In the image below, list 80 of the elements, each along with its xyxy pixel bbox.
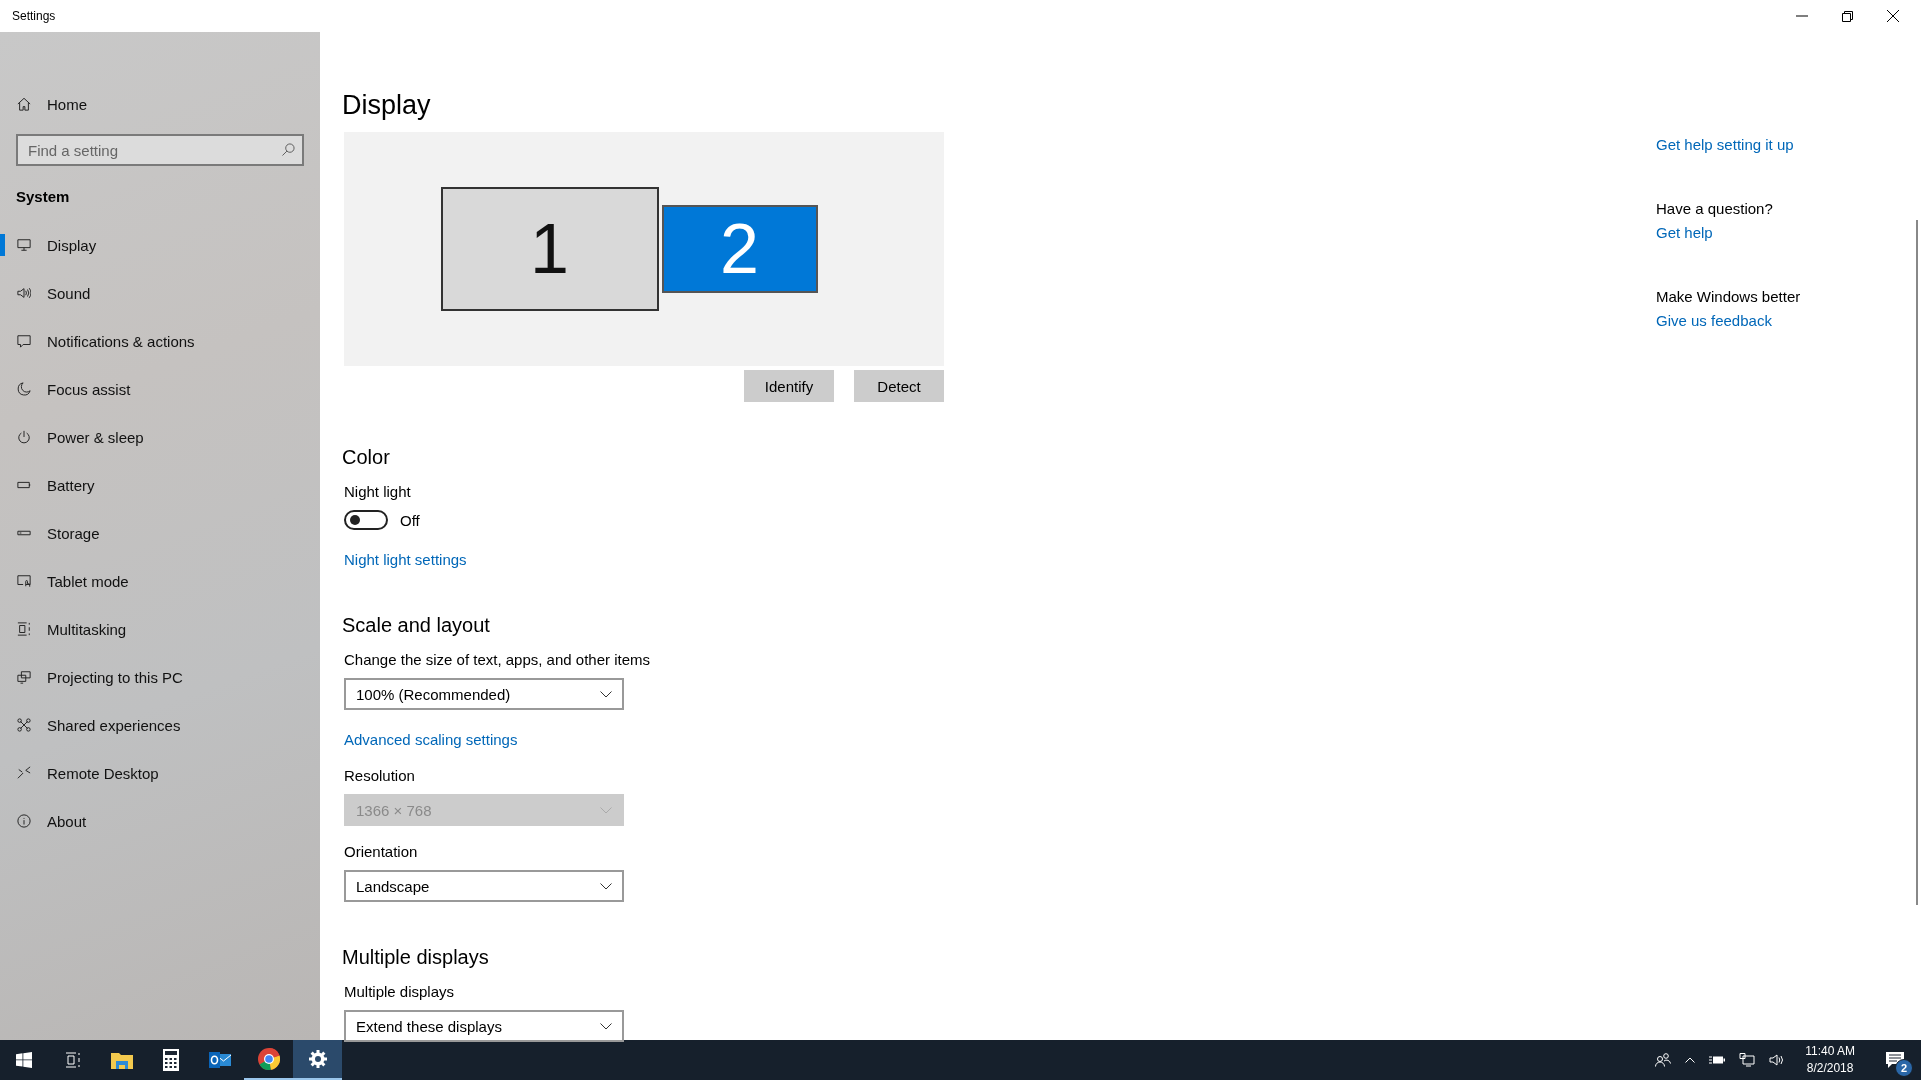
task-view-icon [64, 1052, 81, 1068]
info-icon [17, 814, 31, 828]
help-link[interactable]: Give us feedback [1656, 312, 1772, 329]
remote-icon [17, 766, 31, 780]
chevron-down-icon [600, 882, 612, 890]
toggle-state: Off [400, 511, 420, 529]
calculator-icon [162, 1049, 179, 1071]
restore-icon[interactable] [1842, 10, 1853, 22]
field-label: Multiple displays [344, 982, 456, 1002]
help-link[interactable]: Get help [1656, 224, 1713, 241]
sidebar-item[interactable]: Tablet mode [0, 557, 320, 605]
related-heading: Make Windows better [1656, 287, 1801, 307]
sidebar-item[interactable]: Projecting to this PC [0, 653, 320, 701]
settings-icon [308, 1050, 327, 1068]
sidebar-item[interactable]: Battery [0, 461, 320, 509]
sidebar-item[interactable]: Power & sleep [0, 413, 320, 461]
taskbar-app[interactable] [293, 1040, 342, 1080]
field-label: Night light [344, 482, 412, 502]
moon-icon [17, 382, 31, 396]
shared-icon [17, 718, 31, 732]
tablet-icon [17, 574, 31, 588]
field-label: Orientation [344, 842, 419, 862]
windows-logo-icon [16, 1052, 32, 1068]
monitor-tile[interactable]: 2 [661, 205, 818, 293]
display-button[interactable]: Detect [854, 370, 944, 402]
section-heading: Multiple displays [342, 945, 490, 970]
people-icon[interactable] [1655, 1053, 1672, 1067]
display-button[interactable]: Identify [744, 370, 834, 402]
home-icon [17, 97, 31, 111]
search-field[interactable]: Find a setting [16, 134, 304, 166]
browser-icon [257, 1048, 280, 1070]
page-title: Display [342, 89, 432, 122]
power-icon [17, 430, 31, 444]
action-center-button[interactable]: 2 [1875, 1041, 1915, 1079]
folder-icon [110, 1051, 133, 1069]
sidebar-item[interactable]: Sound [0, 269, 320, 317]
field-label: Change the size of text, apps, and other items [344, 650, 651, 670]
notification-count-badge: 2 [1895, 1059, 1913, 1077]
settings-link[interactable]: Advanced scaling settings [344, 731, 518, 748]
section-heading: Color [342, 445, 391, 470]
home-nav-item[interactable]: Home [0, 86, 320, 122]
sidebar-item[interactable]: About [0, 797, 320, 845]
clock-time: 11:40 AM [1805, 1043, 1855, 1060]
clock-date: 8/2/2018 [1806, 1060, 1854, 1077]
monitor-tile[interactable]: 1 [440, 187, 659, 311]
related-heading: Have a question? [1656, 199, 1774, 219]
sidebar-item[interactable]: Notifications & actions [0, 317, 320, 365]
message-icon [17, 334, 31, 348]
settings-link[interactable]: Night light settings [344, 551, 467, 568]
volume-icon[interactable] [1769, 1053, 1786, 1067]
window-title: Settings [12, 9, 56, 23]
field-label: Resolution [344, 766, 416, 786]
chevron-up-icon[interactable] [1685, 1057, 1696, 1063]
speaker-icon [17, 286, 31, 300]
battery-icon[interactable] [1709, 1055, 1726, 1065]
scrollbar[interactable] [1916, 220, 1918, 905]
clock[interactable]: 11:40 AM 8/2/2018 [1805, 1043, 1855, 1077]
dropdown[interactable]: Landscape [344, 870, 624, 902]
monitor-icon [17, 238, 31, 252]
close-icon[interactable] [1887, 10, 1899, 22]
section-heading: Scale and layout [342, 613, 491, 638]
dropdown[interactable]: Extend these displays [344, 1010, 624, 1042]
sidebar-item[interactable]: Storage [0, 509, 320, 557]
mail-app-icon [208, 1050, 231, 1070]
search-icon [282, 143, 295, 156]
sidebar-item[interactable]: Shared experiences [0, 701, 320, 749]
chevron-down-icon [600, 806, 612, 814]
help-link[interactable]: Get help setting it up [1656, 136, 1794, 153]
chevron-down-icon [600, 690, 612, 698]
multi-icon [17, 622, 31, 636]
toggle-switch[interactable] [344, 510, 388, 530]
sidebar-item[interactable]: Multitasking [0, 605, 320, 653]
project-icon [17, 670, 31, 684]
chevron-down-icon [600, 1022, 612, 1030]
section-heading: System [15, 187, 71, 207]
sidebar-item[interactable]: Remote Desktop [0, 749, 320, 797]
network-icon[interactable] [1739, 1053, 1756, 1067]
sidebar-item[interactable]: Display [0, 221, 320, 269]
sidebar-item[interactable]: Focus assist [0, 365, 320, 413]
dropdown[interactable]: 100% (Recommended) [344, 678, 624, 710]
